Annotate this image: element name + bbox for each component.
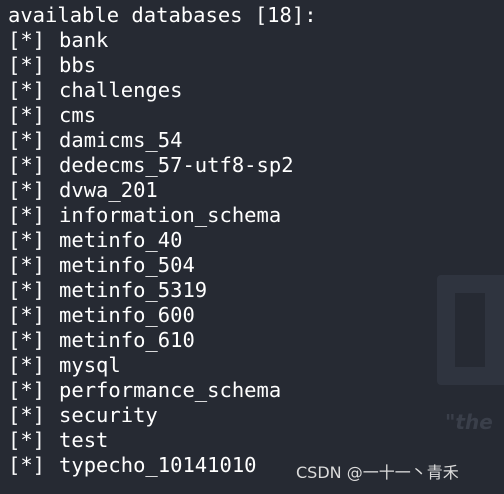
database-row: [*] bank [8,28,294,53]
terminal-window[interactable]: "the _ available databases [18]: [*]bank… [0,0,504,494]
database-row: [*] security [8,403,294,428]
database-name: dvwa_201 [59,178,158,202]
database-name: bank [59,28,109,52]
database-row: [*] typecho_10141010 [8,453,294,478]
info-marker: [*] [8,178,46,202]
database-name: information_schema [59,203,282,227]
info-marker: [*] [8,228,46,252]
database-row: [*] dedecms_57-utf8-sp2 [8,153,294,178]
database-name: dedecms_57-utf8-sp2 [59,153,294,177]
info-marker: [*] [8,253,46,277]
database-row: [*] test [8,428,294,453]
database-row: [*] bbs [8,53,294,78]
database-row: [*] metinfo_5319 [8,278,294,303]
database-row: [*] metinfo_504 [8,253,294,278]
database-name: cms [59,103,97,127]
background-logo [437,275,504,385]
info-marker: [*] [8,428,46,452]
database-row: [*] cms [8,103,294,128]
info-marker: [*] [8,78,46,102]
database-name: metinfo_610 [59,328,195,352]
database-row: [*] metinfo_40 [8,228,294,253]
database-name: metinfo_504 [59,253,195,277]
info-marker: [*] [8,203,46,227]
database-name: damicms_54 [59,128,183,152]
info-marker: [*] [8,278,46,302]
info-marker: [*] [8,28,46,52]
info-marker: [*] [8,153,46,177]
databases-header: available databases [18]: [8,3,317,27]
database-name: mysql [59,353,121,377]
database-row: [*] dvwa_201 [8,178,294,203]
database-row: [*] challenges [8,78,294,103]
database-name: challenges [59,78,183,102]
info-marker: [*] [8,303,46,327]
info-marker: [*] [8,53,46,77]
info-marker: [*] [8,453,46,477]
info-marker: [*] [8,378,46,402]
database-name: test [59,428,109,452]
database-row: [*] information_schema [8,203,294,228]
info-marker: [*] [8,103,46,127]
database-name: performance_schema [59,378,282,402]
database-row: [*] metinfo_600 [8,303,294,328]
csdn-watermark: CSDN @一十一丶青禾 [296,463,459,482]
database-row: [*] mysql [8,353,294,378]
database-name: typecho_10141010 [59,453,257,477]
database-row: [*] metinfo_610 [8,328,294,353]
database-name: security [59,403,158,427]
database-name: metinfo_600 [59,303,195,327]
database-name: bbs [59,53,97,77]
database-row: [*] performance_schema [8,378,294,403]
database-row: [*] damicms_54 [8,128,294,153]
database-name: metinfo_5319 [59,278,208,302]
database-name: metinfo_40 [59,228,183,252]
background-tagline: "the [445,410,493,434]
database-list: [*] bank [*] bbs [*] challenges [*] cms [*] damic… [8,28,294,478]
info-marker: [*] [8,403,46,427]
info-marker: [*] [8,128,46,152]
info-marker: [*] [8,328,46,352]
info-marker: [*] [8,353,46,377]
